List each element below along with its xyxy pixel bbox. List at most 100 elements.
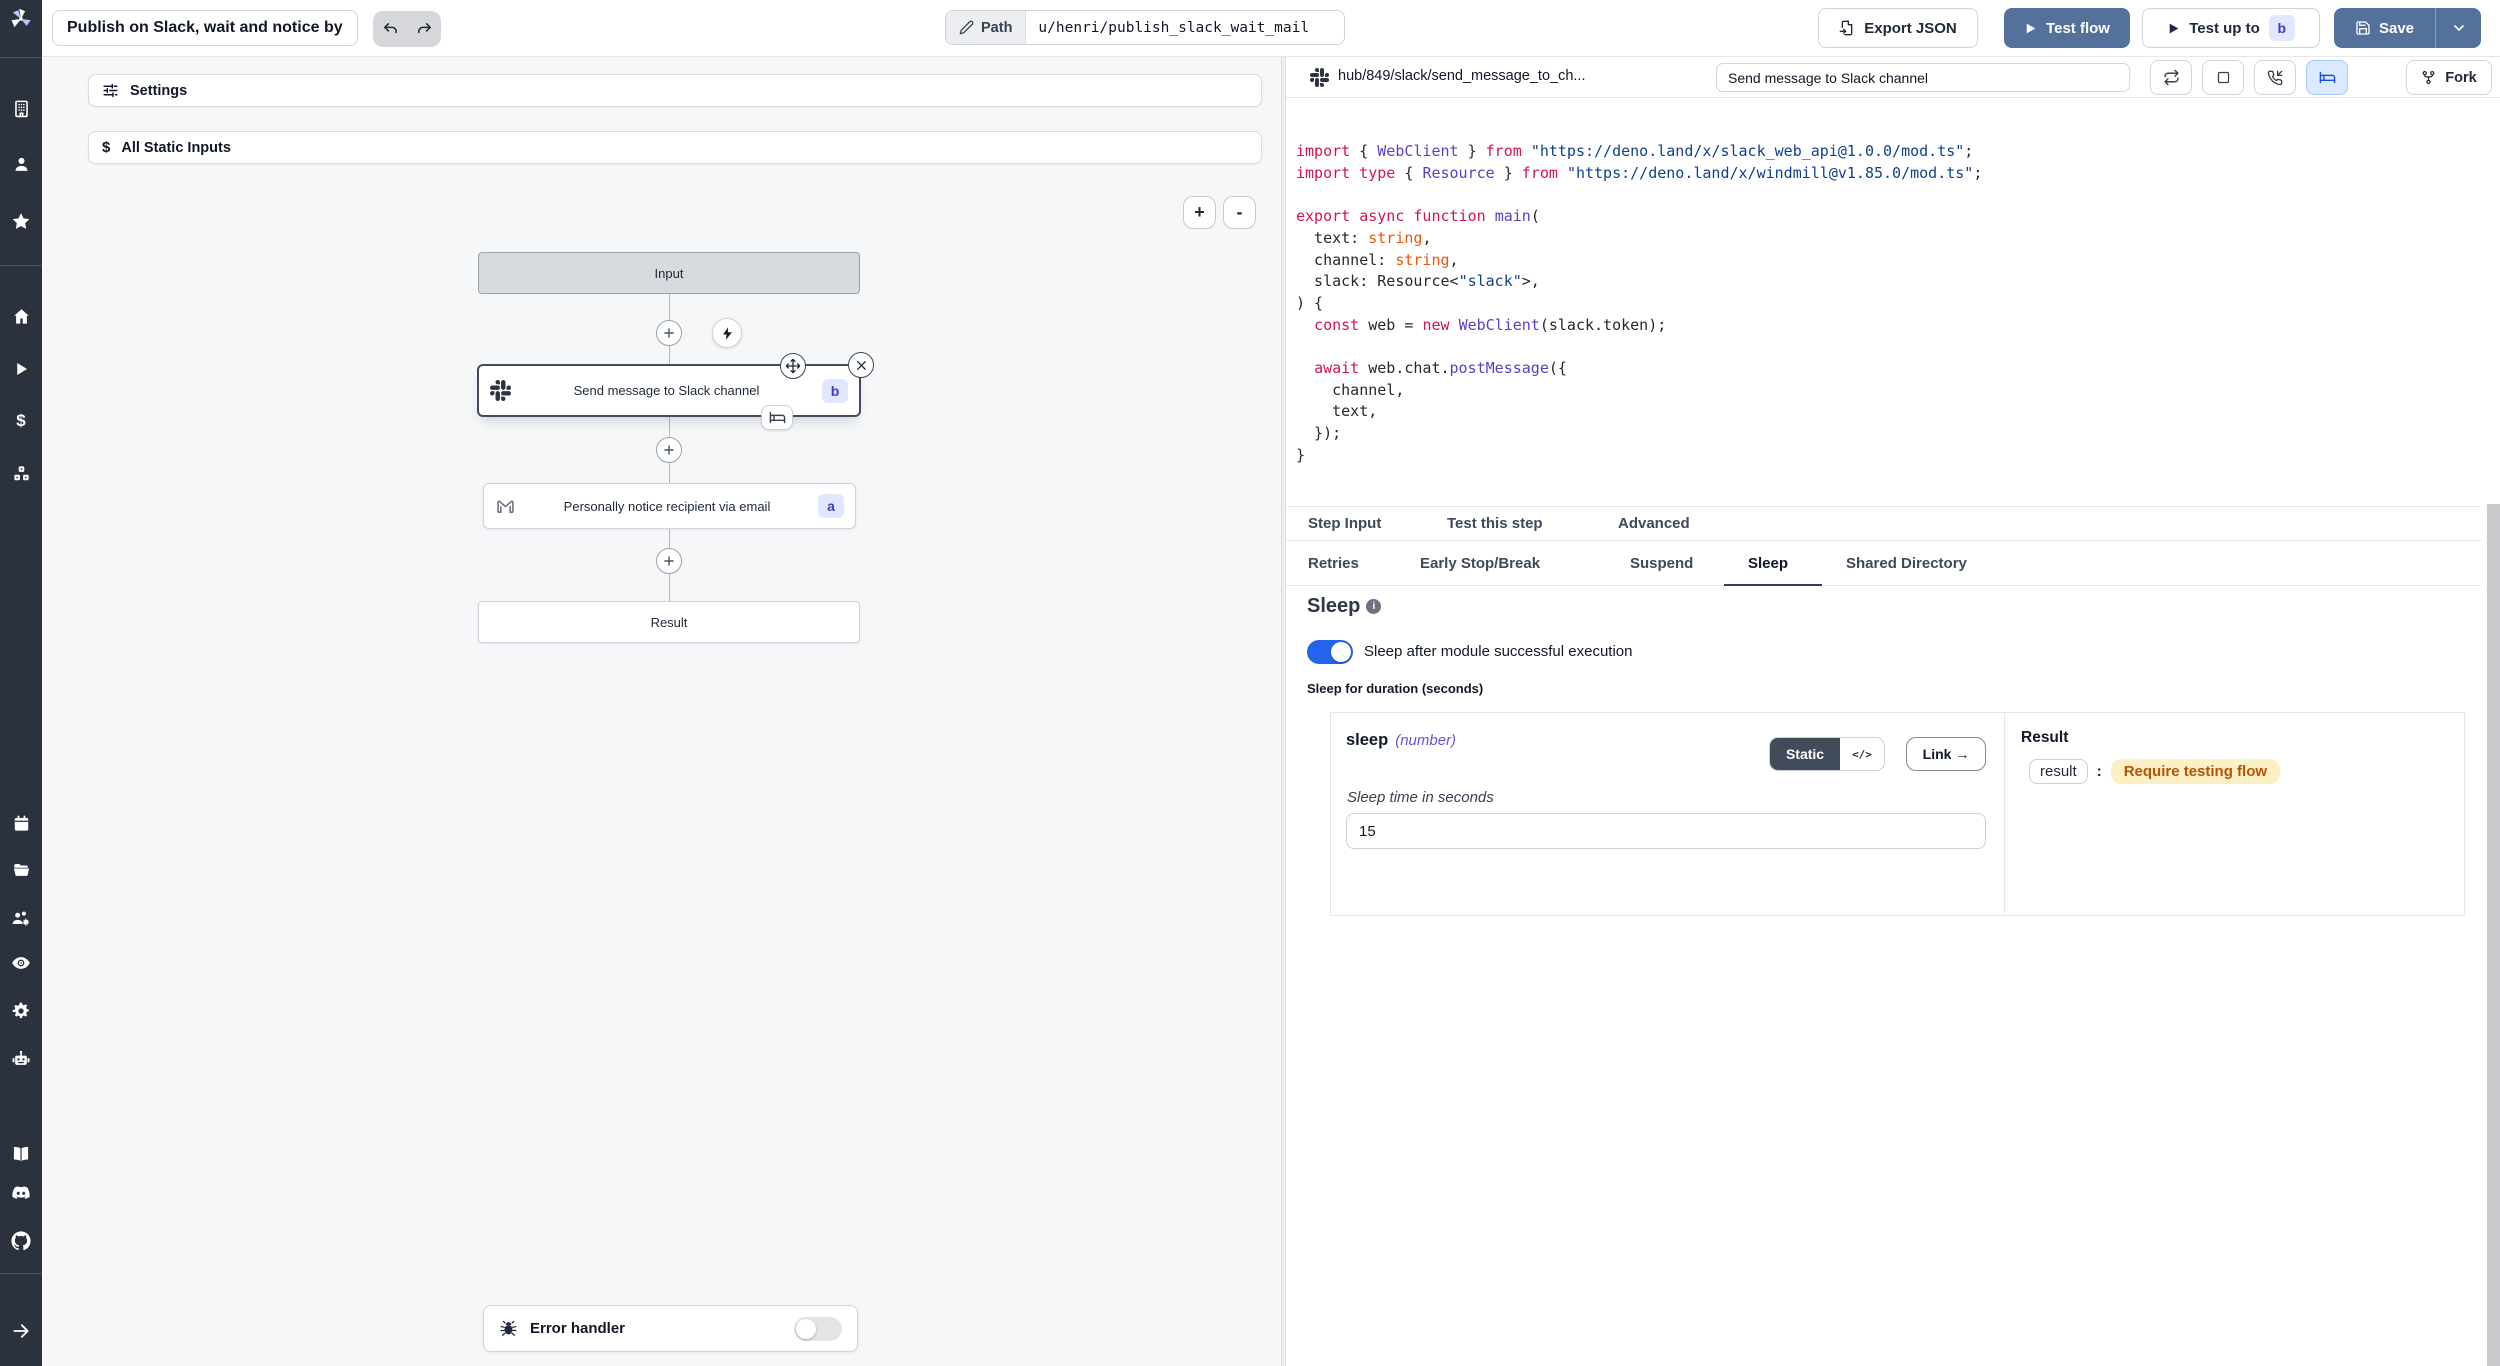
path-input[interactable] [1026, 11, 1344, 44]
gmail-icon [495, 496, 516, 517]
toggle-knob [1331, 642, 1351, 662]
email-step-label: Personally notice recipient via email [516, 499, 818, 514]
discord-icon[interactable] [0, 1177, 42, 1209]
box-divider [2004, 713, 2005, 915]
redo-button[interactable] [407, 11, 441, 47]
result-row: result : Require testing flow [2029, 759, 2280, 784]
settings-gear-icon[interactable] [0, 995, 42, 1027]
link-button[interactable]: Link → [1906, 737, 1986, 771]
undo-button[interactable] [373, 11, 407, 47]
user-icon[interactable] [0, 148, 42, 180]
sidebar: $ [0, 0, 42, 1366]
step-name-input[interactable] [1716, 63, 2130, 92]
error-handler-toggle[interactable] [794, 1317, 842, 1341]
close-icon [855, 359, 868, 372]
step-header: hub/849/slack/send_message_to_ch... Fork [1286, 57, 2500, 98]
insert-step-button[interactable] [656, 320, 682, 346]
step-editor-panel: hub/849/slack/send_message_to_ch... Fork… [1286, 57, 2500, 1366]
result-key-pill: result [2029, 759, 2088, 784]
play-icon [2024, 22, 2037, 35]
slack-step-label: Send message to Slack channel [511, 383, 822, 398]
vertical-scrollbar[interactable] [2487, 504, 2500, 1366]
tab-step-input[interactable]: Step Input [1308, 507, 1381, 540]
slack-icon [1310, 68, 1329, 87]
retries-icon-button[interactable] [2150, 60, 2192, 95]
save-dropdown-button[interactable] [2436, 8, 2481, 48]
sleep-toggle[interactable] [1307, 640, 1353, 664]
zoom-out-button[interactable]: - [1223, 196, 1256, 229]
tab-shared-directory[interactable]: Shared Directory [1846, 542, 1967, 585]
bed-icon [2319, 69, 2336, 86]
sleep-field-description: Sleep time in seconds [1347, 789, 1494, 806]
variables-dollar-icon[interactable]: $ [0, 405, 42, 437]
error-handler-node[interactable]: Error handler [483, 1305, 858, 1352]
suspend-icon-button[interactable] [2254, 60, 2296, 95]
save-icon [2355, 20, 2371, 36]
delete-step-button[interactable] [848, 352, 874, 378]
all-static-inputs-bar[interactable]: $ All Static Inputs [88, 131, 1262, 164]
test-up-to-button[interactable]: Test up to b [2142, 8, 2320, 48]
insert-step-button[interactable] [656, 437, 682, 463]
advanced-tabs-row: Retries Early Stop/Break Suspend Sleep S… [1286, 542, 2482, 586]
sleep-icon-button[interactable] [2306, 60, 2348, 95]
star-icon[interactable] [0, 205, 42, 237]
static-segment[interactable]: Static [1770, 738, 1840, 770]
early-stop-icon-button[interactable] [2202, 60, 2244, 95]
tab-retries[interactable]: Retries [1308, 542, 1359, 585]
runs-play-icon[interactable] [0, 353, 42, 385]
lightning-icon [720, 326, 735, 341]
schedules-calendar-icon[interactable] [0, 807, 42, 839]
save-button[interactable]: Save [2334, 8, 2436, 48]
flow-title-input[interactable] [52, 10, 358, 46]
error-handler-label: Error handler [530, 1320, 782, 1337]
tab-early-stop-break[interactable]: Early Stop/Break [1420, 542, 1540, 585]
sleep-indicator-chip[interactable] [761, 405, 793, 430]
path-label[interactable]: Path [946, 11, 1026, 44]
folders-icon[interactable] [0, 853, 42, 885]
docs-book-icon[interactable] [0, 1138, 42, 1170]
sleep-section-heading: Sleep i [1307, 595, 1381, 618]
flow-result-node[interactable]: Result [478, 601, 860, 643]
workers-robot-icon[interactable] [0, 1043, 42, 1075]
expand-arrow-icon[interactable] [0, 1315, 42, 1347]
trigger-bolt-button[interactable] [712, 318, 742, 348]
code-segment[interactable]: </> [1840, 738, 1884, 770]
result-heading: Result [2021, 729, 2068, 747]
tab-advanced[interactable]: Advanced [1618, 507, 1690, 540]
file-export-icon [1839, 20, 1855, 36]
move-step-button[interactable] [780, 353, 806, 379]
play-icon [2167, 22, 2180, 35]
flow-settings-bar[interactable]: Settings [88, 74, 1262, 107]
plus-icon [662, 443, 676, 457]
flow-input-node[interactable]: Input [478, 252, 860, 294]
sleep-field-type: (number) [1395, 732, 1456, 749]
audit-eye-icon[interactable] [0, 947, 42, 979]
undo-redo-group [373, 11, 441, 47]
path-group: Path [945, 10, 1345, 45]
insert-step-button[interactable] [656, 548, 682, 574]
toggle-knob [796, 1319, 816, 1339]
email-step-node[interactable]: Personally notice recipient via email a [483, 483, 856, 529]
tab-suspend[interactable]: Suspend [1630, 542, 1693, 585]
test-flow-button[interactable]: Test flow [2004, 8, 2130, 48]
bed-icon [769, 409, 786, 426]
sleep-toggle-label: Sleep after module successful execution [1364, 643, 1632, 660]
export-json-button[interactable]: Export JSON [1818, 8, 1978, 48]
resources-boxes-icon[interactable] [0, 457, 42, 489]
step-badge: b [2269, 15, 2295, 41]
tab-sleep[interactable]: Sleep [1748, 542, 1788, 585]
info-icon[interactable]: i [1366, 599, 1381, 614]
fork-button[interactable]: Fork [2406, 60, 2492, 95]
script-path: hub/849/slack/send_message_to_ch... [1338, 68, 1585, 84]
workspace-building-icon[interactable] [0, 92, 42, 124]
github-icon[interactable] [0, 1225, 42, 1257]
home-icon[interactable] [0, 300, 42, 332]
sleep-seconds-input[interactable] [1346, 813, 1986, 849]
zoom-in-button[interactable]: + [1183, 196, 1216, 229]
sliders-icon [102, 82, 119, 99]
windmill-logo-icon[interactable] [0, 3, 42, 35]
slack-step-id-badge: b [822, 379, 848, 403]
code-editor[interactable]: import { WebClient } from "https://deno.… [1296, 141, 1982, 467]
groups-users-gear-icon[interactable] [0, 903, 42, 935]
tab-test-this-step[interactable]: Test this step [1447, 507, 1543, 540]
